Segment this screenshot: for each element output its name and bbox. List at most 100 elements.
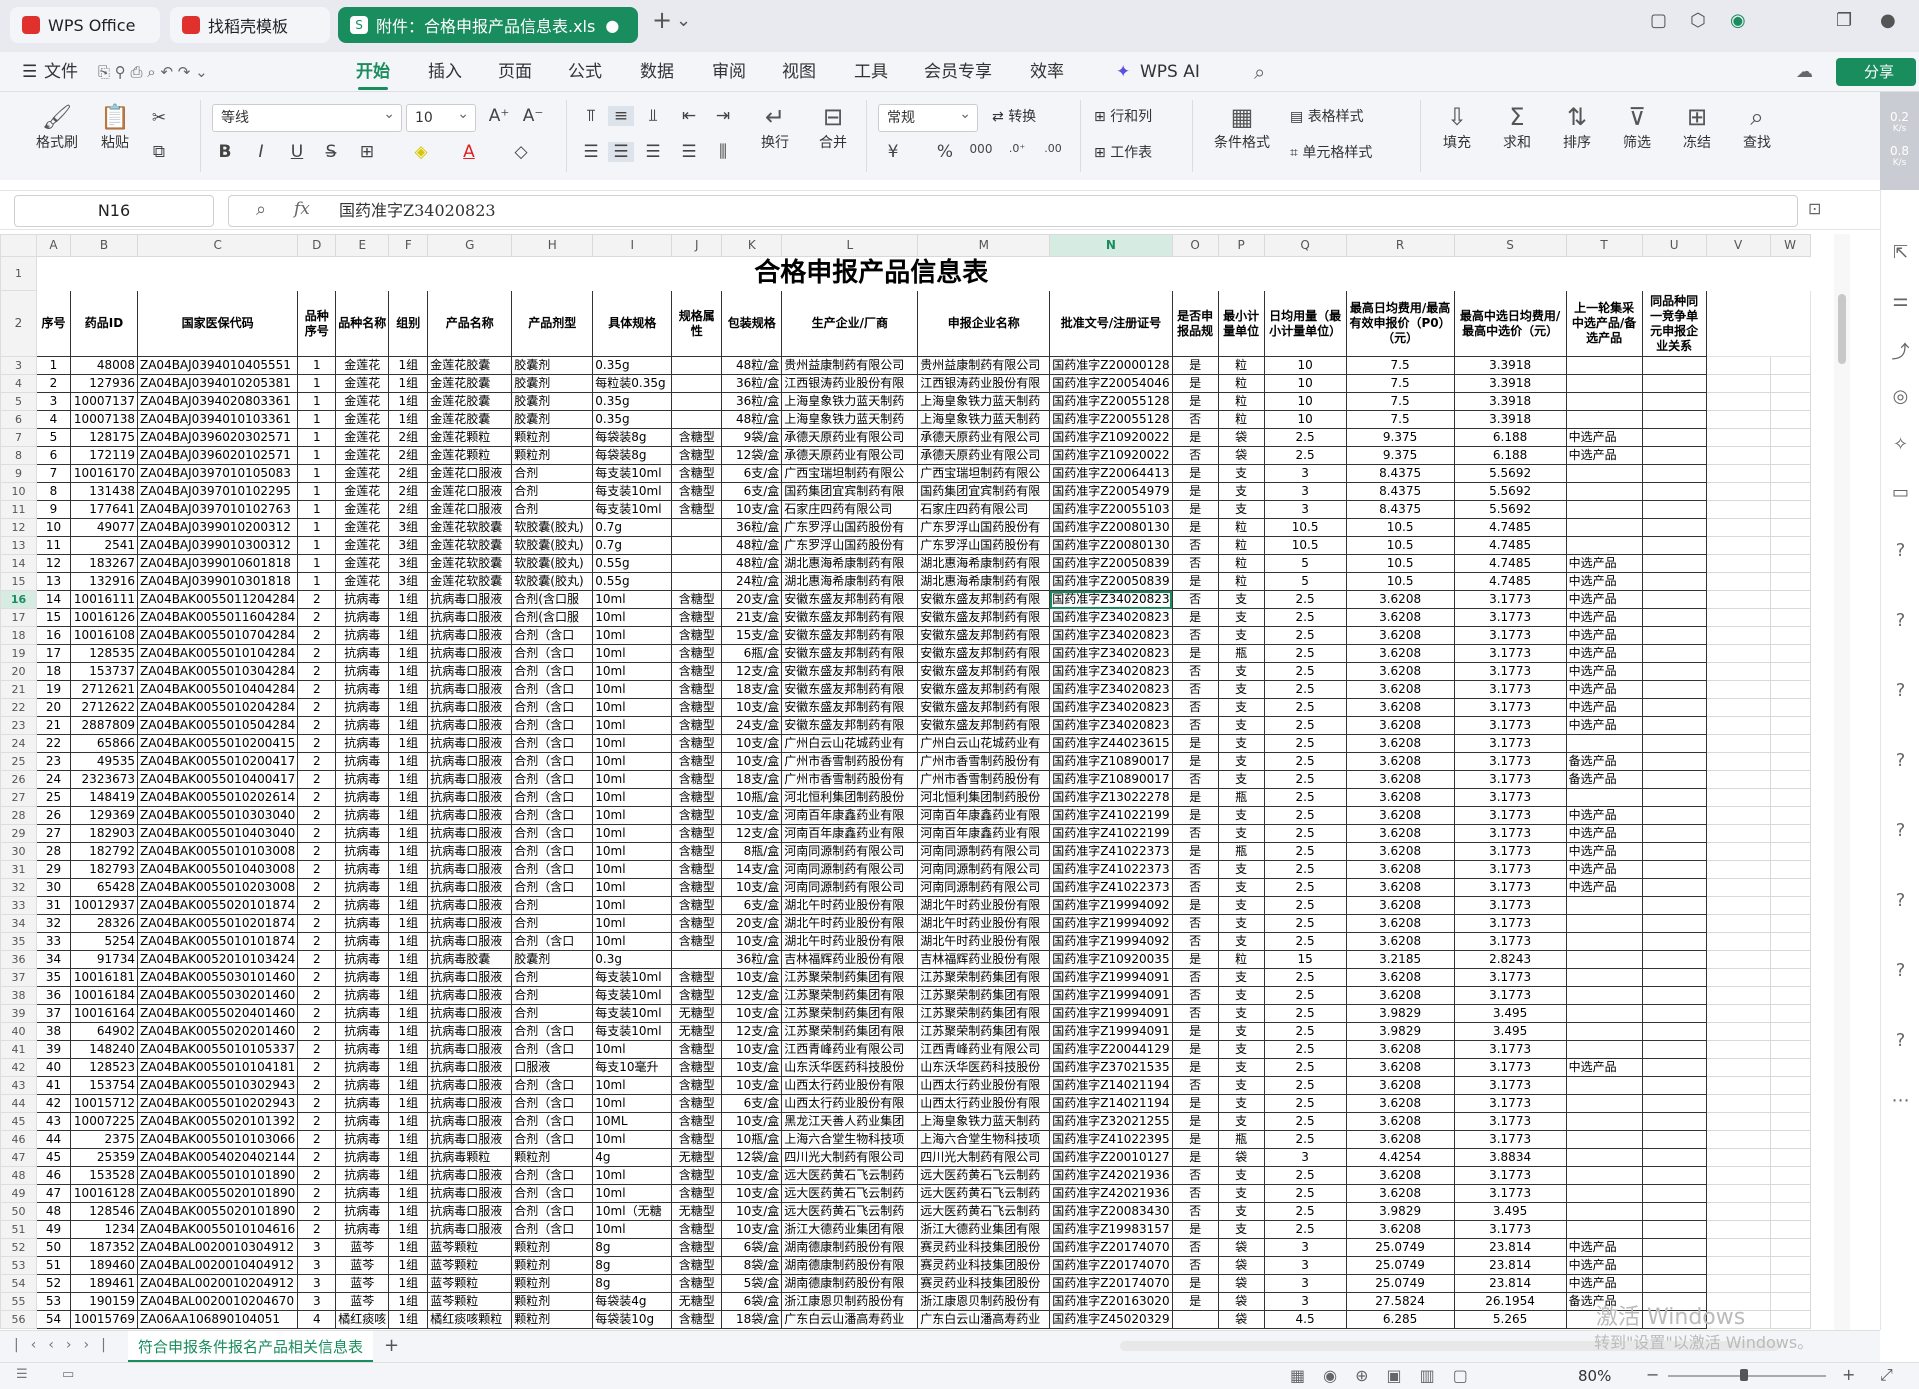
cell[interactable]: 广东白云山潘高寿药业 <box>781 1310 919 1329</box>
cell[interactable] <box>1565 986 1643 1005</box>
cell[interactable]: 177641 <box>70 500 138 519</box>
cell[interactable]: 抗病毒 <box>335 932 390 951</box>
cell[interactable]: 2 <box>297 878 337 897</box>
cell[interactable]: 38 <box>36 1022 71 1041</box>
distribute-icon[interactable]: ⫼ <box>710 142 736 162</box>
cell[interactable]: 0.7g <box>592 518 673 537</box>
cell[interactable] <box>1641 374 1707 393</box>
hamburger-icon[interactable]: ☰ <box>22 52 37 92</box>
cell[interactable]: 10.5 <box>1345 536 1455 555</box>
cell[interactable]: 3.1773 <box>1453 1220 1567 1239</box>
cell[interactable]: 是 <box>1171 1148 1219 1167</box>
cell[interactable]: 2.5 <box>1263 896 1347 915</box>
cell[interactable]: 3.8834 <box>1453 1148 1567 1167</box>
cell[interactable]: 河南同源制药有限公司 <box>917 842 1051 861</box>
cell[interactable]: ZA04BAK0055020401460 <box>136 1004 299 1023</box>
cell[interactable]: 是 <box>1171 392 1219 411</box>
cell[interactable]: 远大医药黄石飞云制药 <box>917 1184 1051 1203</box>
cell[interactable]: 2 <box>297 1040 337 1059</box>
cell[interactable]: 5袋/盒 <box>721 1274 783 1293</box>
cell[interactable] <box>1769 1166 1811 1185</box>
cell[interactable]: 2组 <box>388 500 429 519</box>
cell[interactable]: 河南百年康鑫药业有限 <box>781 806 919 825</box>
cell[interactable]: 10支/盒 <box>721 1076 783 1095</box>
cell[interactable]: 189460 <box>70 1256 138 1275</box>
cell[interactable]: 2.5 <box>1263 662 1347 681</box>
select-all-corner[interactable] <box>0 234 37 257</box>
cell[interactable]: 3.1773 <box>1453 1130 1567 1149</box>
cell[interactable]: ZA04BAK0055011604284 <box>136 608 299 627</box>
cell[interactable]: 否 <box>1171 1076 1219 1095</box>
cell[interactable]: 是 <box>1171 518 1219 537</box>
cell[interactable]: 国药准字Z10920022 <box>1049 446 1173 465</box>
cell[interactable]: 颗粒剂 <box>511 1274 594 1293</box>
decrease-font-icon[interactable]: A⁻ <box>520 106 546 126</box>
cell[interactable]: 国药准字Z20000128 <box>1049 356 1173 375</box>
cell[interactable]: 1组 <box>388 1112 429 1131</box>
cell[interactable]: 1组 <box>388 1292 429 1311</box>
cell[interactable]: 橘红痰咳 <box>335 1310 390 1329</box>
vertical-scrollbar[interactable] <box>1834 234 1850 1330</box>
cell[interactable]: 广东罗浮山国药股份有 <box>781 518 919 537</box>
row-header[interactable]: 32 <box>0 878 37 897</box>
cell[interactable]: 否 <box>1171 770 1219 789</box>
cell[interactable]: 合剂(含口服 <box>511 590 594 609</box>
cell[interactable]: 10ml（无糖 <box>592 1202 673 1221</box>
cell[interactable]: 上海皇象铁力蓝天制药 <box>917 1112 1051 1131</box>
cell[interactable] <box>1705 1256 1771 1275</box>
cell[interactable] <box>1705 256 1811 291</box>
cell[interactable]: 河南同源制药有限公司 <box>781 860 919 879</box>
cell[interactable]: 12袋/盒 <box>721 1148 783 1167</box>
cell[interactable]: 含糖型 <box>671 1112 723 1131</box>
cell[interactable]: 含糖型 <box>671 626 723 645</box>
cell[interactable]: 国药准字Z20064413 <box>1049 464 1173 483</box>
column-header[interactable]: F <box>388 234 429 257</box>
cell[interactable]: 石家庄四药有限公司 <box>781 500 919 519</box>
cell[interactable]: 1组 <box>388 1184 429 1203</box>
cell[interactable]: ZA04BAK0055010103008 <box>136 842 299 861</box>
cell[interactable]: 河南同源制药有限公司 <box>917 860 1051 879</box>
cell[interactable] <box>1641 878 1707 897</box>
cell[interactable]: 2 <box>297 590 337 609</box>
cell[interactable]: 含糖型 <box>671 662 723 681</box>
cell[interactable] <box>1641 680 1707 699</box>
cell[interactable]: 3.2185 <box>1345 950 1455 969</box>
cell[interactable]: 10016128 <box>70 1184 138 1203</box>
cell[interactable]: 1组 <box>388 1022 429 1041</box>
cell[interactable]: 2.5 <box>1263 752 1347 771</box>
menu-file[interactable]: 文件 <box>44 52 78 92</box>
row-header[interactable]: 54 <box>0 1274 37 1293</box>
cell[interactable]: 0.35g <box>592 410 673 429</box>
cell[interactable]: 合剂（含口 <box>511 860 594 879</box>
cell[interactable]: 抗病毒 <box>335 608 390 627</box>
column-header[interactable]: L <box>781 234 919 257</box>
cell[interactable]: 支 <box>1217 716 1265 735</box>
cell[interactable] <box>1641 1184 1707 1203</box>
cell[interactable]: 支 <box>1217 482 1265 501</box>
column-title[interactable]: 产品剂型 <box>511 290 594 357</box>
cell[interactable]: 吉林福辉药业股份有限 <box>917 950 1051 969</box>
cell[interactable]: 1组 <box>388 410 429 429</box>
cell[interactable] <box>1705 1130 1771 1149</box>
cell[interactable]: 20支/盒 <box>721 590 783 609</box>
cell[interactable]: 1 <box>36 356 71 375</box>
cell[interactable] <box>1565 1220 1643 1239</box>
cell[interactable]: 36粒/盒 <box>721 518 783 537</box>
cell[interactable]: 抗病毒口服液 <box>427 752 513 771</box>
column-header[interactable]: C <box>136 234 299 257</box>
cell[interactable]: 2 <box>297 1022 337 1041</box>
cell[interactable] <box>1705 1040 1771 1059</box>
cell[interactable]: 2375 <box>70 1130 138 1149</box>
cell[interactable]: 8.4375 <box>1345 500 1455 519</box>
cell[interactable]: 23.814 <box>1453 1256 1567 1275</box>
cell[interactable]: 湖北午时药业股份有限 <box>917 896 1051 915</box>
cell[interactable] <box>1565 914 1643 933</box>
cell[interactable]: 是 <box>1171 788 1219 807</box>
column-title[interactable]: 组别 <box>388 290 429 357</box>
find-button[interactable]: ⌕ 查找 <box>1732 102 1782 152</box>
cell[interactable]: 江西银涛药业股份有限 <box>781 374 919 393</box>
cell[interactable]: 中选产品 <box>1565 698 1643 717</box>
align-right-icon[interactable]: ☰ <box>640 142 666 162</box>
cell[interactable]: 抗病毒口服液 <box>427 1040 513 1059</box>
cell[interactable]: 9.375 <box>1345 446 1455 465</box>
